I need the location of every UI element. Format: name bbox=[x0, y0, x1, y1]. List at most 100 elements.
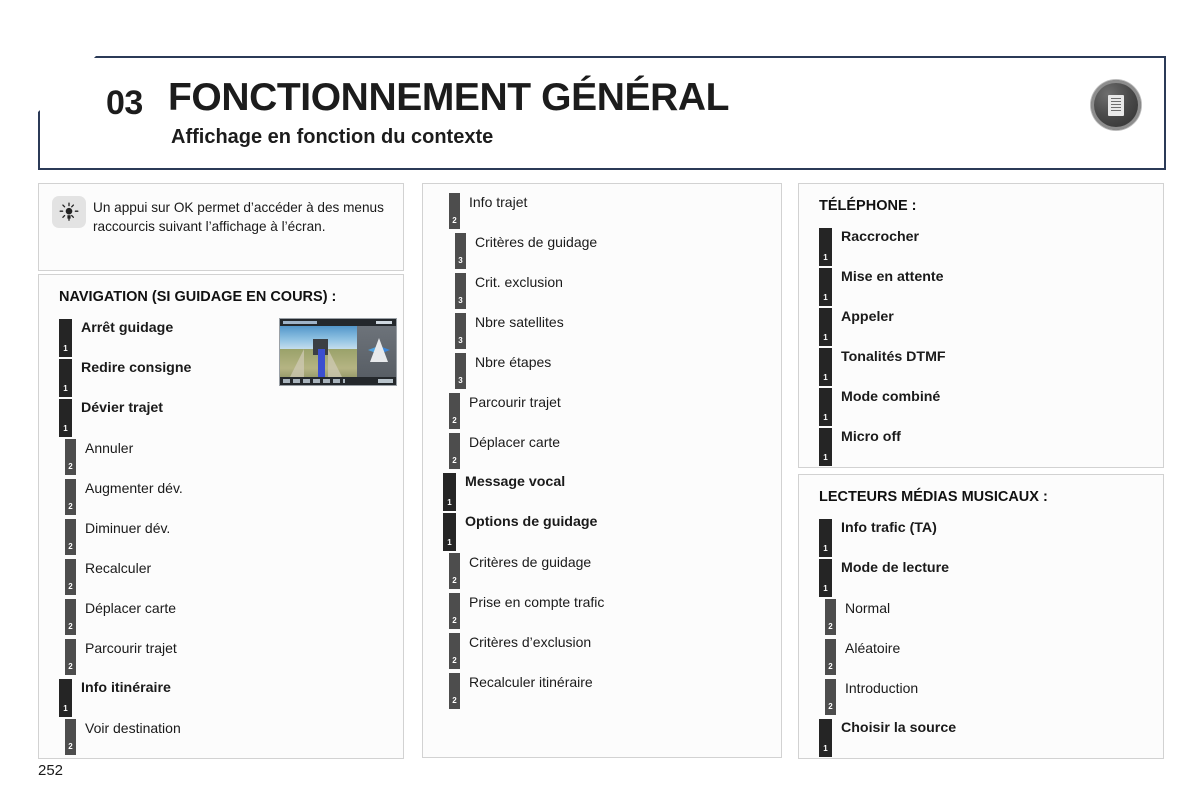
level-marker-1: 1 bbox=[443, 513, 456, 551]
level-marker-2: 2 bbox=[449, 593, 460, 629]
document-sheet-glyph bbox=[1108, 94, 1124, 116]
level-marker-1: 1 bbox=[59, 359, 72, 397]
menu-item-label: Nbre satellites bbox=[475, 314, 564, 330]
level-marker-1: 1 bbox=[443, 473, 456, 511]
menu-item-level-2[interactable]: 2 Recalculer itinéraire bbox=[449, 673, 593, 713]
level-marker-2: 2 bbox=[825, 599, 836, 635]
level-marker-2: 2 bbox=[825, 639, 836, 675]
menu-item-label: Recalculer itinéraire bbox=[469, 674, 593, 690]
menu-item-level-1[interactable]: 1 Choisir la source bbox=[819, 719, 956, 759]
menu-item-label: Mode combiné bbox=[841, 389, 941, 405]
menu-item-level-2[interactable]: 2 Aléatoire bbox=[825, 639, 900, 679]
menu-item-label: Message vocal bbox=[465, 474, 566, 490]
menu-item-level-2[interactable]: 2 Prise en compte trafic bbox=[449, 593, 604, 633]
menu-item-label: Mise en attente bbox=[841, 269, 944, 285]
menu-item-level-2[interactable]: 2 Recalculer bbox=[65, 559, 151, 599]
menu-item-level-1[interactable]: 1 Arrêt guidage bbox=[59, 319, 173, 359]
menu-item-label: Annuler bbox=[85, 440, 134, 456]
manual-page: 03 FONCTIONNEMENT GÉNÉRAL Affichage en f… bbox=[0, 0, 1200, 800]
level-marker-3: 3 bbox=[455, 273, 466, 309]
lightbulb-icon bbox=[52, 196, 86, 228]
menu-item-level-3[interactable]: 3 Critères de guidage bbox=[455, 233, 597, 273]
menu-item-level-2[interactable]: 2 Déplacer carte bbox=[65, 599, 176, 639]
document-icon bbox=[1091, 80, 1141, 130]
menu-item-label: Aléatoire bbox=[845, 640, 901, 656]
menu-item-level-1[interactable]: 1 Tonalités DTMF bbox=[819, 348, 946, 388]
navigation-panel: NAVIGATION (SI GUIDAGE EN COURS) : 1 Arr… bbox=[38, 274, 404, 759]
menu-item-label: Raccrocher bbox=[841, 229, 920, 245]
menu-item-level-2[interactable]: 2 Info trajet bbox=[449, 193, 527, 233]
menu-item-level-2[interactable]: 2 Introduction bbox=[825, 679, 918, 719]
menu-item-level-2[interactable]: 2 Parcourir trajet bbox=[449, 393, 561, 433]
level-marker-1: 1 bbox=[819, 268, 832, 306]
level-marker-1: 1 bbox=[819, 228, 832, 266]
menu-item-label: Parcourir trajet bbox=[85, 640, 177, 656]
menu-item-level-1[interactable]: 1 Appeler bbox=[819, 308, 894, 348]
menu-item-level-1[interactable]: 1 Raccrocher bbox=[819, 228, 919, 268]
navigation-side-panel bbox=[356, 326, 396, 377]
menu-item-level-3[interactable]: 3 Crit. exclusion bbox=[455, 273, 563, 313]
menu-item-level-2[interactable]: 2 Annuler bbox=[65, 439, 133, 479]
menu-item-label: Critères de guidage bbox=[475, 234, 598, 250]
menu-item-label: Appeler bbox=[841, 309, 894, 325]
menu-item-label: Options de guidage bbox=[465, 514, 598, 530]
level-marker-2: 2 bbox=[65, 639, 76, 675]
menu-item-level-1[interactable]: 1 Mode combiné bbox=[819, 388, 940, 428]
level-marker-1: 1 bbox=[819, 519, 832, 557]
level-marker-2: 2 bbox=[65, 599, 76, 635]
menu-item-label: Normal bbox=[845, 600, 891, 616]
page-title: FONCTIONNEMENT GÉNÉRAL bbox=[168, 76, 730, 119]
level-marker-2: 2 bbox=[65, 479, 76, 515]
menu-item-label: Info trajet bbox=[469, 194, 528, 210]
menu-item-level-1[interactable]: 1 Micro off bbox=[819, 428, 901, 468]
menu-item-level-3[interactable]: 3 Nbre étapes bbox=[455, 353, 551, 393]
level-marker-1: 1 bbox=[59, 679, 72, 717]
menu-item-level-1[interactable]: 1 Redire consigne bbox=[59, 359, 191, 399]
menu-item-level-1[interactable]: 1 Dévier trajet bbox=[59, 399, 163, 439]
media-players-panel: LECTEURS MÉDIAS MUSICAUX : 1 Info trafic … bbox=[798, 474, 1164, 759]
level-marker-2: 2 bbox=[449, 433, 460, 469]
menu-item-label: Dévier trajet bbox=[81, 400, 164, 416]
menu-item-level-2[interactable]: 2 Diminuer dév. bbox=[65, 519, 170, 559]
page-subtitle: Affichage en fonction du contexte bbox=[171, 126, 494, 148]
menu-item-level-1[interactable]: 1 Options de guidage bbox=[443, 513, 597, 553]
tip-text: Un appui sur OK permet d’accéder à des m… bbox=[93, 200, 384, 234]
level-marker-3: 3 bbox=[455, 313, 466, 349]
menu-item-label: Voir destination bbox=[85, 720, 181, 736]
menu-item-level-3[interactable]: 3 Nbre satellites bbox=[455, 313, 564, 353]
level-marker-2: 2 bbox=[449, 193, 460, 229]
level-marker-1: 1 bbox=[819, 719, 832, 757]
menu-item-label: Nbre étapes bbox=[475, 354, 552, 370]
menu-item-level-2[interactable]: 2 Parcourir trajet bbox=[65, 639, 177, 679]
menu-item-level-1[interactable]: 1 Mise en attente bbox=[819, 268, 944, 308]
menu-item-label: Augmenter dév. bbox=[85, 480, 183, 496]
level-marker-1: 1 bbox=[59, 399, 72, 437]
navigation-screen-thumbnail bbox=[279, 318, 397, 386]
menu-item-level-1[interactable]: 1 Message vocal bbox=[443, 473, 565, 513]
menu-item-level-2[interactable]: 2 Critères d’exclusion bbox=[449, 633, 591, 673]
level-marker-1: 1 bbox=[819, 428, 832, 466]
chapter-header-banner: 03 FONCTIONNEMENT GÉNÉRAL Affichage en f… bbox=[38, 56, 1166, 170]
menu-item-label: Critères d’exclusion bbox=[469, 634, 592, 650]
menu-item-level-2[interactable]: 2 Déplacer carte bbox=[449, 433, 560, 473]
menu-item-level-2[interactable]: 2 Voir destination bbox=[65, 719, 181, 759]
menu-item-label: Redire consigne bbox=[81, 360, 192, 376]
level-marker-2: 2 bbox=[65, 519, 76, 555]
level-marker-3: 3 bbox=[455, 233, 466, 269]
menu-item-level-2[interactable]: 2 Augmenter dév. bbox=[65, 479, 183, 519]
level-marker-1: 1 bbox=[819, 348, 832, 386]
menu-item-label: Critères de guidage bbox=[469, 554, 592, 570]
menu-item-level-2[interactable]: 2 Critères de guidage bbox=[449, 553, 591, 593]
menu-item-level-2[interactable]: 2 Normal bbox=[825, 599, 890, 639]
menu-item-label: Introduction bbox=[845, 680, 919, 696]
menu-item-level-1[interactable]: 1 Info itinéraire bbox=[59, 679, 171, 719]
level-marker-2: 2 bbox=[449, 393, 460, 429]
media-players-panel-title: LECTEURS MÉDIAS MUSICAUX : bbox=[819, 489, 1048, 505]
level-marker-1: 1 bbox=[819, 559, 832, 597]
level-marker-2: 2 bbox=[65, 719, 76, 755]
menu-item-level-1[interactable]: 1 Info trafic (TA) bbox=[819, 519, 937, 559]
menu-item-label: Info trafic (TA) bbox=[841, 520, 937, 536]
menu-item-label: Crit. exclusion bbox=[475, 274, 563, 290]
menu-item-level-1[interactable]: 1 Mode de lecture bbox=[819, 559, 949, 599]
menu-item-label: Déplacer carte bbox=[85, 600, 177, 616]
